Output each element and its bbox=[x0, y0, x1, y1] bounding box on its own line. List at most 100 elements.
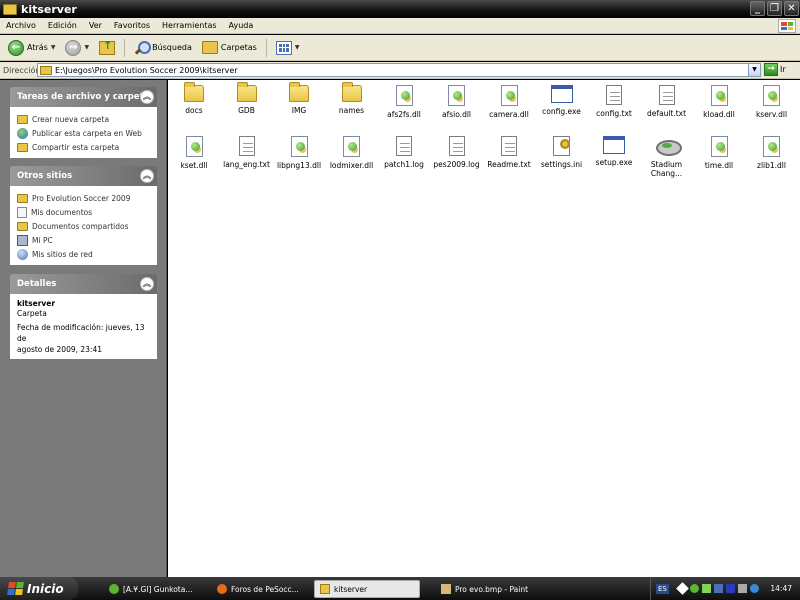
file-item[interactable]: setup.exe bbox=[588, 133, 640, 167]
menu-ver[interactable]: Ver bbox=[83, 21, 108, 30]
file-item[interactable]: kload.dll bbox=[693, 82, 745, 119]
task-pane: Tareas de archivo y carpeta ︽ Crear nuev… bbox=[0, 80, 167, 577]
taskbar-item[interactable]: Foros de PeSocc... bbox=[212, 580, 310, 598]
tray-messenger-icon[interactable] bbox=[689, 584, 699, 593]
file-item[interactable]: camera.dll bbox=[483, 82, 535, 119]
menu-herramientas[interactable]: Herramientas bbox=[156, 21, 223, 30]
file-item[interactable]: IMG bbox=[273, 82, 325, 115]
file-name: settings.ini bbox=[540, 160, 583, 169]
file-item[interactable]: GDB bbox=[221, 82, 273, 115]
views-button[interactable]: ▼ bbox=[273, 37, 303, 59]
panel-body: kitserver Carpeta Fecha de modificación:… bbox=[10, 294, 157, 359]
dll-file-icon bbox=[500, 85, 518, 106]
window-title: kitserver bbox=[21, 2, 77, 16]
text-file-icon bbox=[396, 136, 412, 156]
file-item[interactable]: names bbox=[326, 82, 378, 115]
file-item[interactable]: afsio.dll bbox=[431, 82, 483, 119]
go-button[interactable]: → Ir bbox=[764, 63, 786, 76]
task-publish-web[interactable]: Publicar esta carpeta en Web bbox=[17, 126, 150, 140]
taskbar-item[interactable]: Pro evo.bmp - Paint bbox=[436, 580, 544, 598]
tray-update-icon[interactable] bbox=[749, 584, 759, 593]
minimize-button[interactable]: _ bbox=[750, 1, 765, 16]
file-name: afsio.dll bbox=[442, 110, 471, 119]
file-item[interactable]: settings.ini bbox=[536, 133, 588, 169]
folders-label: Carpetas bbox=[220, 43, 257, 52]
menu-archivo[interactable]: Archivo bbox=[0, 21, 42, 30]
file-item[interactable]: default.txt bbox=[641, 82, 693, 118]
start-button[interactable]: Inicio bbox=[0, 577, 78, 600]
panel-header[interactable]: Otros sitios ︽ bbox=[10, 166, 157, 186]
taskbar-item[interactable]: kitserver bbox=[314, 580, 420, 598]
collapse-chevron-icon[interactable]: ︽ bbox=[140, 169, 154, 183]
tray-volume-icon[interactable] bbox=[737, 584, 747, 593]
file-item[interactable]: kset.dll bbox=[168, 133, 220, 170]
back-button[interactable]: ← Atrás ▼ bbox=[5, 37, 58, 59]
windows-logo-icon bbox=[778, 19, 796, 33]
maximize-button[interactable]: ❐ bbox=[767, 1, 782, 16]
file-item[interactable]: kserv.dll bbox=[746, 82, 798, 119]
place-my-documents[interactable]: Mis documentos bbox=[17, 205, 150, 219]
file-item[interactable]: libpng13.dll bbox=[273, 133, 325, 170]
dropdown-arrow-icon[interactable]: ▼ bbox=[84, 44, 89, 51]
place-pes2009[interactable]: Pro Evolution Soccer 2009 bbox=[17, 191, 150, 205]
back-arrow-icon: ← bbox=[8, 39, 24, 56]
file-item[interactable]: docs bbox=[168, 82, 220, 115]
dll-file-icon bbox=[710, 85, 728, 106]
file-name: setup.exe bbox=[595, 158, 633, 167]
address-dropdown-icon[interactable]: ▼ bbox=[748, 64, 760, 76]
address-value: E:\Juegos\Pro Evolution Soccer 2009\kits… bbox=[55, 65, 238, 75]
panel-body: Pro Evolution Soccer 2009 Mis documentos… bbox=[10, 186, 157, 265]
tray-diamond-icon[interactable] bbox=[676, 582, 689, 595]
forward-button[interactable]: → ▼ bbox=[62, 37, 92, 59]
task-share-folder[interactable]: Compartir esta carpeta bbox=[17, 140, 150, 154]
file-item[interactable]: patch1.log bbox=[378, 133, 430, 169]
file-item[interactable]: Readme.txt bbox=[483, 133, 535, 169]
address-input[interactable]: E:\Juegos\Pro Evolution Soccer 2009\kits… bbox=[37, 63, 761, 77]
menu-edicion[interactable]: Edición bbox=[42, 21, 83, 30]
shared-folder-icon bbox=[17, 221, 28, 231]
task-new-folder[interactable]: Crear nueva carpeta bbox=[17, 112, 150, 126]
panel-header[interactable]: Tareas de archivo y carpeta ︽ bbox=[10, 87, 157, 107]
language-indicator[interactable]: ES bbox=[656, 583, 669, 594]
details-modified: agosto de 2009, 23:41 bbox=[17, 345, 102, 354]
file-item[interactable]: pes2009.log bbox=[431, 133, 483, 169]
close-button[interactable]: ✕ bbox=[784, 1, 799, 16]
tray-media-icon[interactable] bbox=[725, 584, 735, 593]
place-shared-documents[interactable]: Documentos compartidos bbox=[17, 219, 150, 233]
dropdown-arrow-icon[interactable]: ▼ bbox=[51, 44, 56, 51]
dropdown-arrow-icon[interactable]: ▼ bbox=[295, 44, 300, 51]
system-tray: ES 14:47 bbox=[650, 577, 800, 600]
folder-icon bbox=[3, 3, 17, 15]
tray-network-icon[interactable] bbox=[713, 584, 723, 593]
up-button[interactable] bbox=[96, 37, 118, 59]
tray-battery-icon[interactable] bbox=[701, 584, 711, 593]
dll-file-icon bbox=[710, 136, 728, 157]
file-item[interactable]: time.dll bbox=[693, 133, 745, 170]
file-item[interactable]: afs2fs.dll bbox=[378, 82, 430, 119]
folders-button[interactable]: Carpetas bbox=[199, 37, 260, 59]
file-item[interactable]: zlib1.dll bbox=[746, 133, 798, 170]
collapse-chevron-icon[interactable]: ︽ bbox=[140, 277, 154, 291]
file-name: pes2009.log bbox=[433, 160, 480, 169]
panel-header[interactable]: Detalles ︽ bbox=[10, 274, 157, 294]
clock: 14:47 bbox=[770, 584, 792, 593]
dll-file-icon bbox=[343, 136, 360, 157]
file-item[interactable]: lang_eng.txt bbox=[221, 133, 273, 169]
file-item[interactable]: Stadium Chang... bbox=[641, 133, 693, 178]
file-item[interactable]: config.txt bbox=[588, 82, 640, 118]
search-button[interactable]: Búsqueda bbox=[131, 37, 195, 59]
taskbar-item[interactable]: [A.¥.GI] Gunkota... bbox=[104, 580, 206, 598]
place-network[interactable]: Mis sitios de red bbox=[17, 247, 150, 261]
other-places-panel: Otros sitios ︽ Pro Evolution Soccer 2009… bbox=[10, 166, 157, 265]
title-bar: kitserver _ ❐ ✕ bbox=[0, 0, 800, 18]
file-item[interactable]: lodmixer.dll bbox=[326, 133, 378, 170]
file-item[interactable]: config.exe bbox=[536, 82, 588, 116]
file-name: kload.dll bbox=[703, 110, 735, 119]
place-my-computer[interactable]: Mi PC bbox=[17, 233, 150, 247]
menu-ayuda[interactable]: Ayuda bbox=[223, 21, 260, 30]
collapse-chevron-icon[interactable]: ︽ bbox=[140, 90, 154, 104]
task-label: Compartir esta carpeta bbox=[32, 142, 120, 152]
toolbar: ← Atrás ▼ → ▼ Búsqueda Carpetas ▼ bbox=[0, 35, 800, 61]
menu-favoritos[interactable]: Favoritos bbox=[108, 21, 156, 30]
dll-file-icon bbox=[763, 85, 780, 106]
